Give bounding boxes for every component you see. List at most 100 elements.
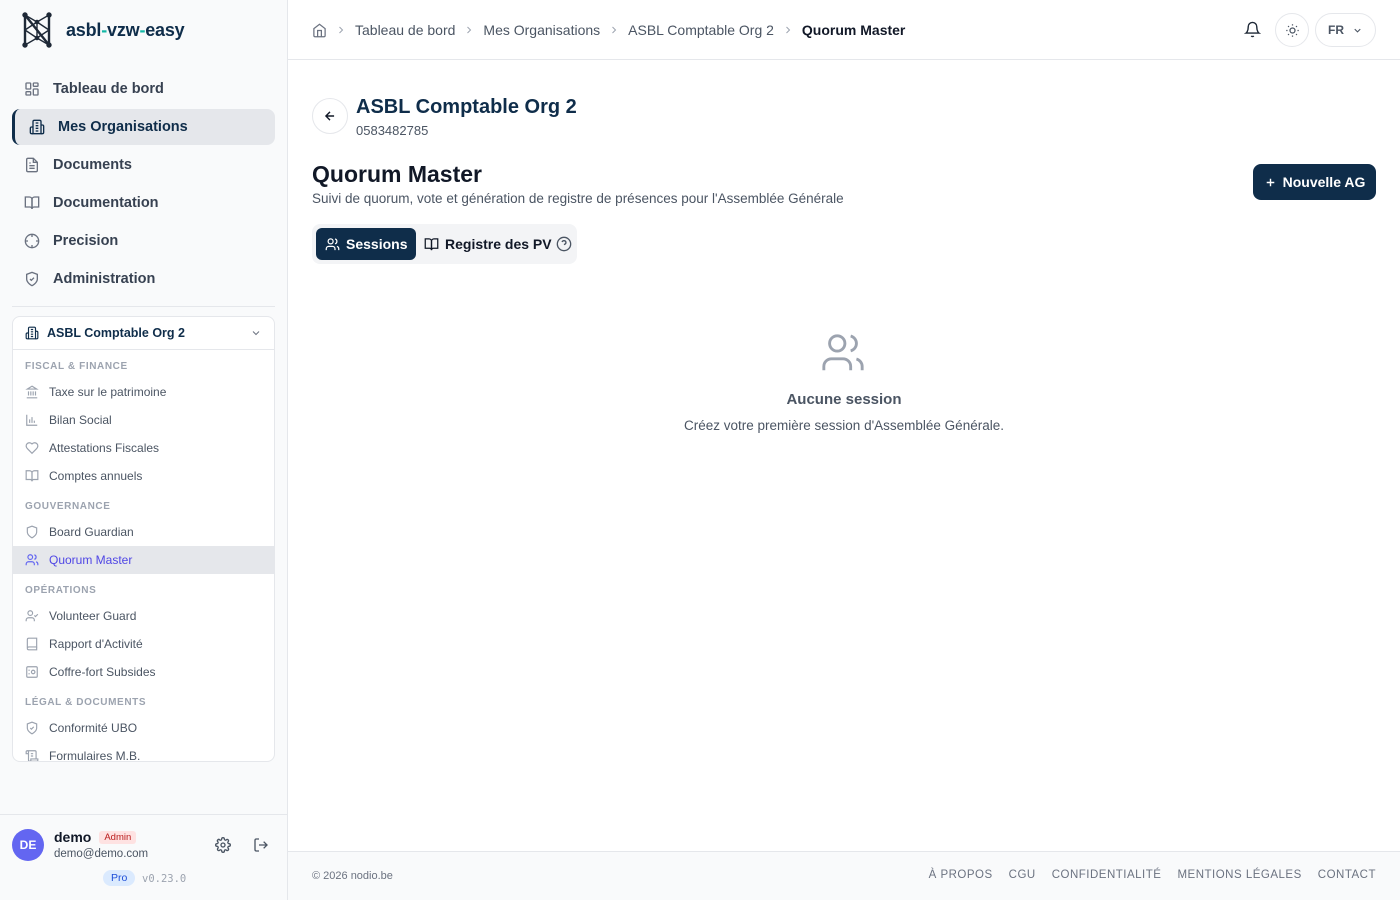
footer-link-cgu[interactable]: CGU (1009, 869, 1036, 881)
book-icon (424, 237, 439, 250)
group-title-fiscal: FISCAL & FINANCE (25, 361, 128, 372)
page-subtitle: Suivi de quorum, vote et génération de r… (312, 191, 844, 206)
group-title-legal: LÉGAL & DOCUMENTS (25, 697, 147, 708)
sub-item-formulaires-mb[interactable]: Formulaires M.B. (13, 742, 274, 761)
user-box: DE demo Admin demo@demo.com Pro v0.23.0 (0, 814, 287, 900)
brand-name: asbl-vzw-easy (66, 19, 185, 40)
version-label: v0.23.0 (142, 873, 187, 885)
heart-icon (25, 442, 39, 455)
footer-link-legal[interactable]: MENTIONS LÉGALES (1177, 869, 1301, 881)
nav-item-mes-organisations[interactable]: Mes Organisations (12, 109, 275, 145)
sub-item-label: Board Guardian (49, 525, 134, 539)
tab-registre-pv[interactable]: Registre des PV (415, 228, 561, 260)
building-icon (25, 326, 39, 340)
nav-item-documents[interactable]: Documents (12, 147, 275, 183)
users-icon (25, 554, 39, 566)
user-email: demo@demo.com (54, 848, 149, 860)
gear-icon[interactable] (215, 837, 231, 853)
sun-icon (1285, 23, 1299, 37)
footer: © 2026 nodio.be À PROPOS CGU CONFIDENTIA… (288, 851, 1400, 900)
bell-icon[interactable] (1244, 21, 1261, 38)
chevron-down-icon (252, 331, 260, 336)
breadcrumb-link[interactable]: Mes Organisations (483, 22, 600, 38)
tab-label: Sessions (346, 236, 408, 252)
group-title-operations: OPÉRATIONS (25, 585, 97, 596)
logout-icon[interactable] (253, 837, 269, 853)
page-title: Quorum Master (312, 161, 482, 187)
sub-item-bilan-social[interactable]: Bilan Social (13, 406, 274, 434)
breadcrumb-link[interactable]: ASBL Comptable Org 2 (628, 22, 774, 38)
copyright: © 2026 nodio.be (312, 870, 393, 882)
scroll-icon (25, 750, 39, 761)
org-panel: ASBL Comptable Org 2 FISCAL & FINANCE Ta… (12, 316, 275, 762)
sub-item-label: Attestations Fiscales (49, 441, 160, 455)
tab-sessions[interactable]: Sessions (316, 228, 417, 260)
sidebar: asbl-vzw-easy Tableau de bord Mes Organi… (0, 0, 288, 900)
new-ag-button[interactable]: Nouvelle AG (1253, 164, 1376, 200)
empty-state-subtitle: Créez votre première session d'Assemblée… (684, 418, 1004, 433)
plan-badge: Pro (103, 870, 136, 886)
chevron-right-icon (786, 26, 791, 34)
document-icon (26, 157, 38, 173)
theme-toggle-button[interactable] (1275, 13, 1309, 47)
org-selector[interactable]: ASBL Comptable Org 2 (13, 317, 274, 350)
nav-label: Documentation (53, 195, 159, 211)
nav-item-tableau-de-bord[interactable]: Tableau de bord (12, 71, 275, 107)
sub-item-comptes-annuels[interactable]: Comptes annuels (13, 462, 274, 490)
breadcrumb: Tableau de bord Mes Organisations ASBL C… (312, 0, 905, 60)
footer-link-about[interactable]: À PROPOS (929, 869, 993, 881)
role-badge: Admin (99, 830, 137, 844)
bank-icon (25, 385, 39, 399)
nav-label: Tableau de bord (53, 81, 164, 97)
sub-item-taxe-patrimoine[interactable]: Taxe sur le patrimoine (13, 378, 274, 406)
footer-link-privacy[interactable]: CONFIDENTIALITÉ (1052, 869, 1162, 881)
users-icon (822, 334, 864, 371)
book-open-icon (26, 637, 38, 651)
sub-item-board-guardian[interactable]: Board Guardian (13, 518, 274, 546)
org-selector-label: ASBL Comptable Org 2 (47, 326, 185, 340)
sub-item-conformite-ubo[interactable]: Conformité UBO (13, 714, 274, 742)
chevron-right-icon (339, 26, 344, 34)
sub-item-quorum-master[interactable]: Quorum Master (13, 546, 274, 574)
main-nav: Tableau de bord Mes Organisations Docume… (12, 71, 275, 299)
sub-item-label: Comptes annuels (49, 469, 143, 483)
sub-item-label: Quorum Master (49, 553, 133, 567)
sub-item-coffre-fort[interactable]: Coffre-fort Subsides (13, 658, 274, 686)
users-icon (325, 237, 340, 250)
nav-label: Administration (53, 271, 156, 287)
group-title-gouvernance: GOUVERNANCE (25, 501, 111, 512)
sub-item-label: Coffre-fort Subsides (49, 665, 156, 679)
nav-item-precision[interactable]: Precision (12, 223, 275, 259)
plus-icon (1266, 178, 1274, 186)
book-icon (24, 196, 40, 210)
book-icon (25, 470, 39, 482)
tab-bar: Sessions Registre des PV (312, 224, 577, 264)
nav-label: Precision (53, 233, 119, 249)
sub-item-rapport-activite[interactable]: Rapport d'Activité (13, 630, 274, 658)
sub-item-label: Bilan Social (49, 413, 112, 427)
user-name: demo (54, 829, 92, 845)
nav-item-administration[interactable]: Administration (12, 261, 275, 297)
sub-item-label: Taxe sur le patrimoine (49, 385, 167, 399)
shield-icon (26, 525, 38, 539)
sub-item-attestations-fiscales[interactable]: Attestations Fiscales (13, 434, 274, 462)
breadcrumb-link[interactable]: Tableau de bord (355, 22, 455, 38)
sub-item-label: Rapport d'Activité (49, 637, 143, 651)
empty-state-title: Aucune session (786, 391, 902, 408)
help-circle-icon[interactable] (556, 236, 572, 252)
chevron-down-icon (1354, 28, 1361, 33)
sub-item-volunteer-guard[interactable]: Volunteer Guard (13, 602, 274, 630)
avatar[interactable]: DE (12, 829, 44, 861)
footer-link-contact[interactable]: CONTACT (1318, 869, 1376, 881)
brand[interactable]: asbl-vzw-easy (20, 12, 185, 48)
chevron-right-icon (467, 26, 472, 34)
bar-chart-icon (26, 414, 38, 426)
topbar: Tableau de bord Mes Organisations ASBL C… (288, 0, 1400, 60)
crosshair-icon (24, 233, 40, 249)
building-icon (29, 119, 45, 135)
user-check-icon (25, 610, 39, 622)
home-icon[interactable] (312, 22, 327, 38)
back-button[interactable] (312, 98, 348, 134)
nav-item-documentation[interactable]: Documentation (12, 185, 275, 221)
language-select[interactable]: FR (1315, 13, 1376, 47)
